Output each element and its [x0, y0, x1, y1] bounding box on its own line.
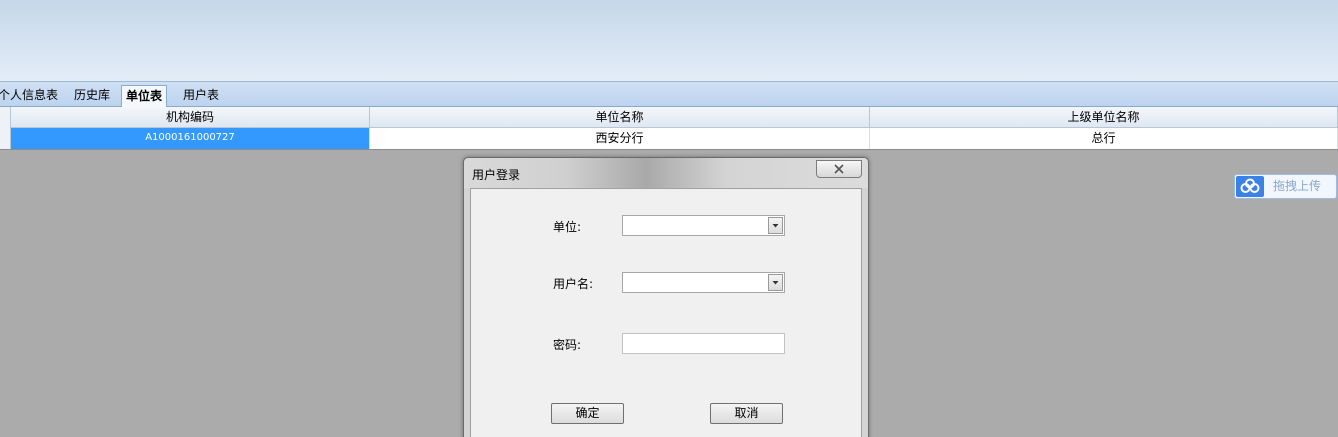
chevron-down-icon[interactable]: [768, 274, 783, 291]
username-select[interactable]: [622, 272, 785, 293]
drag-upload-button[interactable]: 拖拽上传: [1234, 174, 1337, 199]
password-label: 密码:: [553, 338, 582, 352]
unit-label: 单位:: [553, 220, 582, 234]
cell-org-code[interactable]: A1000161000727: [11, 128, 370, 149]
cancel-button[interactable]: 取消: [710, 403, 783, 424]
table-header: 机构编码 单位名称 上级单位名称: [0, 107, 1338, 128]
tab-history[interactable]: 历史库: [70, 85, 114, 107]
dialog-title: 用户登录: [472, 168, 521, 182]
drag-upload-label: 拖拽上传: [1273, 179, 1322, 193]
ok-button[interactable]: 确定: [551, 403, 624, 424]
tab-personal-info[interactable]: 个人信息表: [0, 85, 62, 107]
row-marker[interactable]: [0, 128, 11, 149]
close-icon: [817, 164, 861, 180]
tab-units[interactable]: 单位表: [121, 85, 168, 108]
cell-parent-unit-name[interactable]: 总行: [870, 128, 1338, 149]
cell-unit-name[interactable]: 西安分行: [370, 128, 870, 149]
username-label: 用户名:: [553, 277, 594, 291]
column-header-org-code[interactable]: 机构编码: [11, 107, 370, 128]
login-dialog: 用户登录 单位: 用户名: 密码: 确定 取消: [463, 157, 869, 437]
chevron-down-icon[interactable]: [768, 217, 783, 234]
tab-bar: 个人信息表 历史库 单位表 用户表: [0, 82, 1338, 108]
tab-users[interactable]: 用户表: [179, 85, 223, 107]
dialog-title-bar[interactable]: 用户登录: [464, 158, 868, 188]
password-input[interactable]: [622, 333, 785, 354]
unit-table: 机构编码 单位名称 上级单位名称 A1000161000727 西安分行 总行: [0, 107, 1338, 150]
cloud-upload-icon: [1236, 176, 1264, 197]
unit-select[interactable]: [622, 215, 785, 236]
header-row-marker: [0, 107, 11, 128]
close-button[interactable]: [816, 160, 862, 178]
app-header-banner: [0, 0, 1338, 82]
dialog-body: 单位: 用户名: 密码: 确定 取消: [470, 188, 862, 437]
column-header-unit-name[interactable]: 单位名称: [370, 107, 870, 128]
column-header-parent-unit[interactable]: 上级单位名称: [870, 107, 1338, 128]
